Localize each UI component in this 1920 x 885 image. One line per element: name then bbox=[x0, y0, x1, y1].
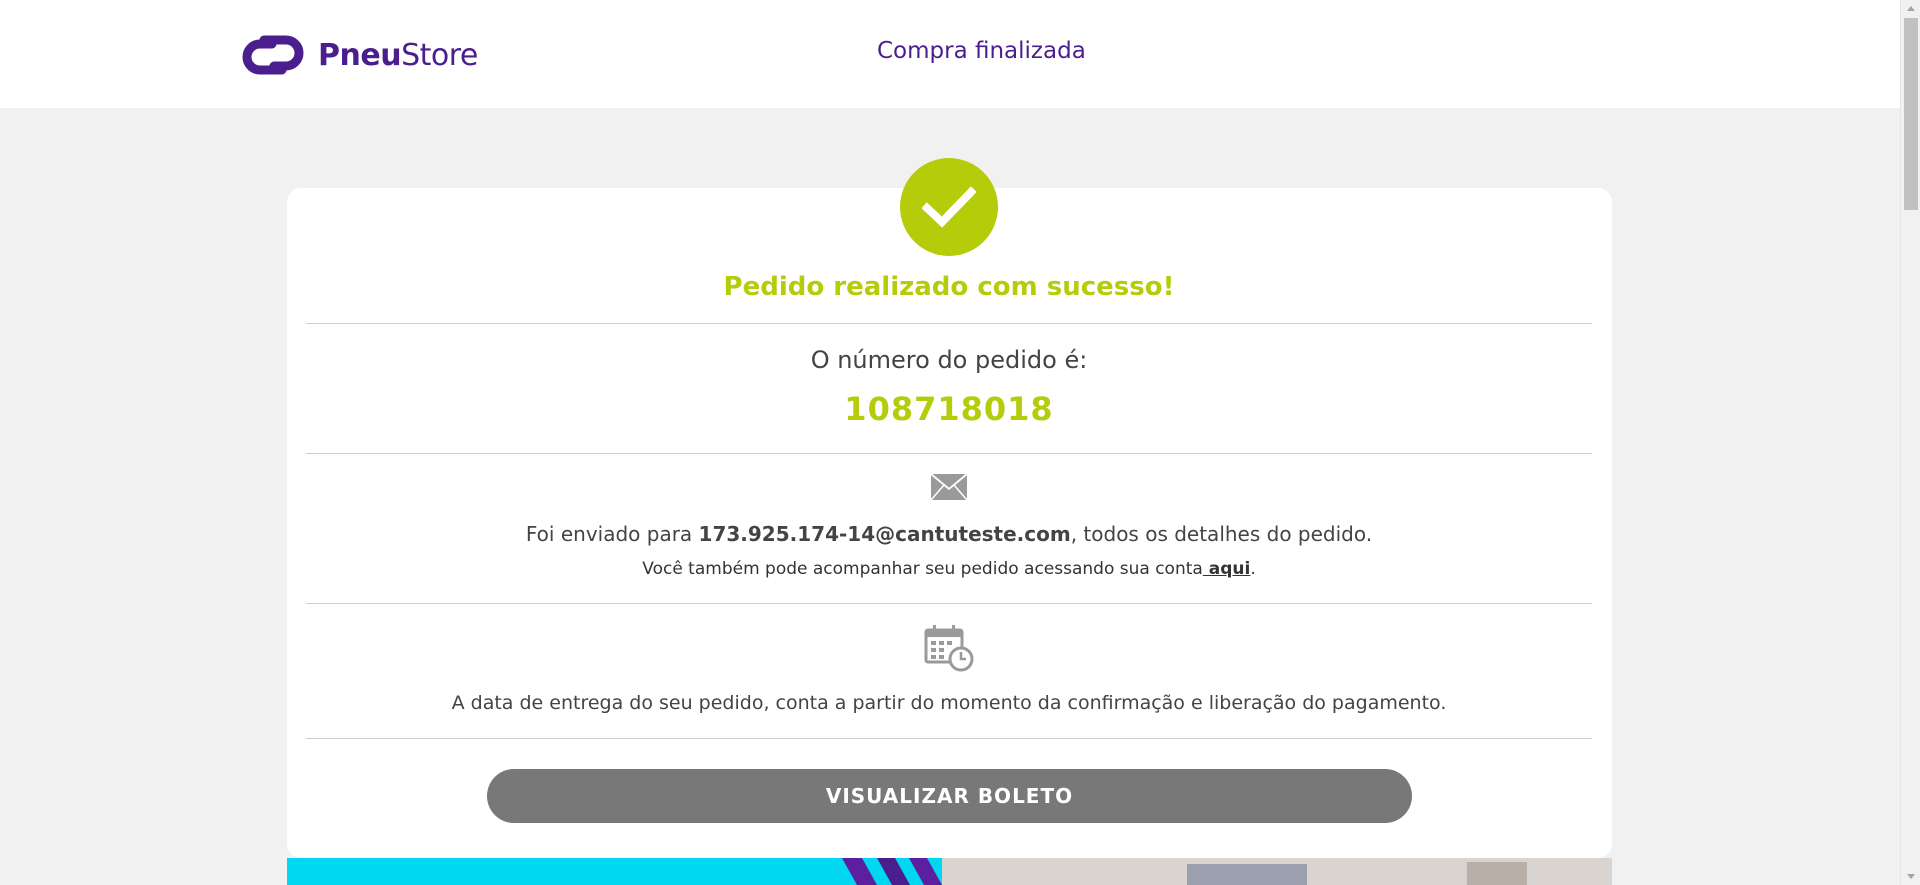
account-link[interactable]: aqui bbox=[1203, 559, 1251, 579]
promo-banner[interactable] bbox=[287, 858, 1612, 885]
page-title: Compra finalizada bbox=[877, 38, 1086, 64]
page-header: PneuStore Compra finalizada bbox=[0, 0, 1900, 108]
email-prefix: Foi enviado para bbox=[525, 522, 699, 546]
brand-name-bold: Pneu bbox=[318, 37, 402, 73]
view-boleto-button[interactable]: VISUALIZAR BOLETO bbox=[487, 769, 1412, 823]
account-message: Você também pode acompanhar seu pedido a… bbox=[306, 559, 1592, 579]
customer-email: 173.925.174-14@cantuteste.com bbox=[698, 522, 1071, 546]
email-sent-message: Foi enviado para 173.925.174-14@cantutes… bbox=[306, 522, 1592, 546]
divider bbox=[306, 453, 1592, 454]
scroll-up-arrow-icon[interactable] bbox=[1901, 0, 1920, 17]
check-icon bbox=[922, 186, 976, 228]
account-period: . bbox=[1250, 559, 1256, 579]
brand-name-light: Store bbox=[401, 37, 478, 73]
success-badge bbox=[900, 158, 998, 256]
envelope-icon bbox=[930, 472, 968, 502]
delivery-info: A data de entrega do seu pedido, conta a… bbox=[451, 692, 1447, 714]
calendar-clock-icon bbox=[924, 624, 974, 672]
banner-graphic bbox=[842, 858, 1612, 885]
brand-logo[interactable]: PneuStore bbox=[242, 34, 478, 76]
divider bbox=[306, 603, 1592, 604]
pneustore-logo-icon bbox=[242, 35, 304, 75]
scrollbar-thumb[interactable] bbox=[1904, 18, 1918, 210]
email-suffix: , todos os detalhes do pedido. bbox=[1070, 522, 1373, 546]
success-message: Pedido realizado com sucesso! bbox=[723, 272, 1175, 302]
brand-name: PneuStore bbox=[318, 38, 478, 73]
vertical-scrollbar[interactable] bbox=[1900, 0, 1920, 885]
account-text: Você também pode acompanhar seu pedido a… bbox=[642, 559, 1203, 579]
order-number: 108718018 bbox=[844, 390, 1054, 428]
order-number-label: O número do pedido é: bbox=[810, 346, 1088, 374]
divider bbox=[306, 323, 1592, 324]
divider bbox=[306, 738, 1592, 739]
scroll-down-arrow-icon[interactable] bbox=[1901, 868, 1920, 885]
